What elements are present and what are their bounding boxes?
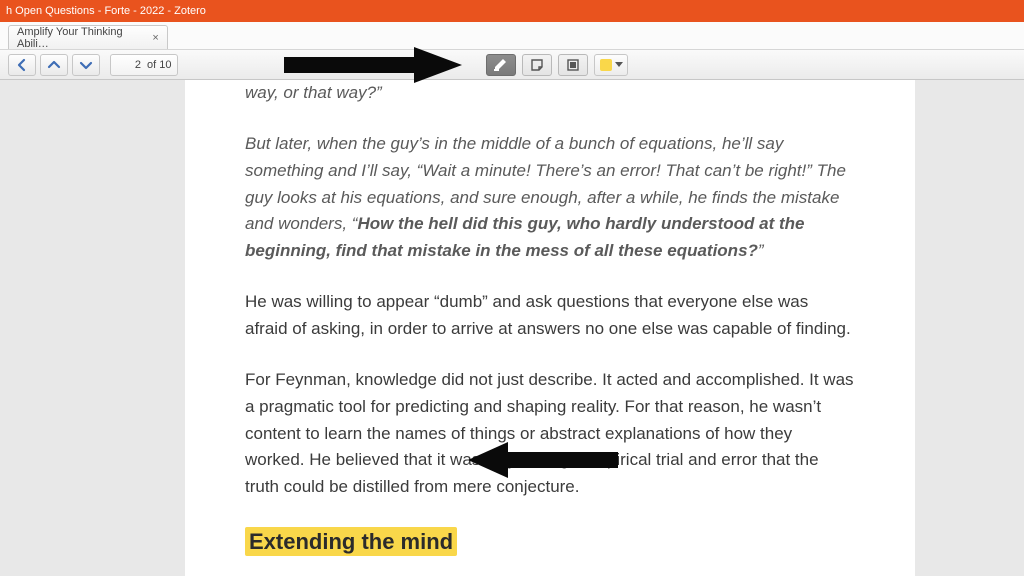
- body-text: way, or that way?”: [245, 80, 855, 107]
- highlighted-heading[interactable]: Extending the mind: [245, 527, 457, 556]
- pdf-page: way, or that way?” But later, when the g…: [185, 80, 915, 576]
- body-text: But later, when the guy’s in the middle …: [245, 131, 855, 265]
- nav-down-button[interactable]: [72, 54, 100, 76]
- document-content: way, or that way?” But later, when the g…: [185, 80, 915, 576]
- body-text: For Feynman, knowledge did not just desc…: [245, 367, 855, 501]
- page-number-input[interactable]: [117, 58, 143, 72]
- page-indicator[interactable]: of 10: [110, 54, 178, 76]
- highlight-tool-button[interactable]: [486, 54, 516, 76]
- reader-toolbar: of 10: [0, 50, 1024, 80]
- select-area-icon: [566, 58, 580, 72]
- pdf-viewer: way, or that way?” But later, when the g…: [0, 80, 1024, 576]
- chevron-down-icon: [615, 62, 623, 67]
- arrow-down-icon: [79, 58, 93, 72]
- tab-bar: Amplify Your Thinking Abili… ×: [0, 22, 1024, 50]
- area-tool-button[interactable]: [558, 54, 588, 76]
- section-heading-row: Extending the mind: [245, 525, 855, 560]
- sticky-note-icon: [530, 58, 544, 72]
- annotation-color-button[interactable]: [594, 54, 628, 76]
- nav-back-button[interactable]: [8, 54, 36, 76]
- window-title-bar: h Open Questions - Forte - 2022 - Zotero: [0, 0, 1024, 22]
- color-swatch-icon: [600, 59, 612, 71]
- arrow-up-icon: [47, 58, 61, 72]
- tab-label: Amplify Your Thinking Abili…: [17, 26, 144, 50]
- page-total-label: of 10: [147, 59, 171, 71]
- tab-active[interactable]: Amplify Your Thinking Abili… ×: [8, 25, 168, 49]
- annotation-tool-group: [486, 54, 628, 76]
- window-title: h Open Questions - Forte - 2022 - Zotero: [6, 5, 206, 17]
- note-tool-button[interactable]: [522, 54, 552, 76]
- nav-up-button[interactable]: [40, 54, 68, 76]
- arrow-left-icon: [15, 58, 29, 72]
- body-text: He was willing to appear “dumb” and ask …: [245, 289, 855, 343]
- highlighter-icon: [493, 58, 509, 72]
- close-icon[interactable]: ×: [150, 32, 161, 44]
